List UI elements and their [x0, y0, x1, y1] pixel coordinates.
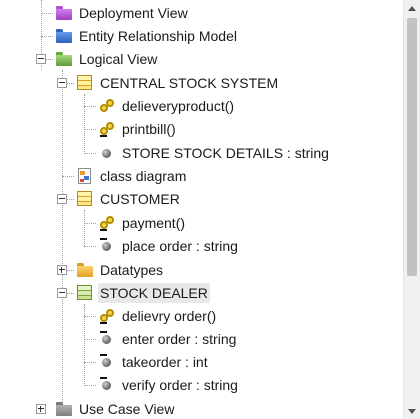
- tree-item-label: place order : string: [122, 238, 238, 254]
- tree-connector: [84, 210, 85, 246]
- collapse-toggle[interactable]: [57, 288, 67, 298]
- class-icon: [76, 191, 94, 207]
- tree-item-label: verify order : string: [122, 377, 238, 393]
- scroll-up-arrow-icon[interactable]: [404, 0, 420, 17]
- model-tree: Deployment View Entity Relationship Mode…: [0, 0, 400, 419]
- tree-connector: [84, 153, 96, 154]
- attribute-icon: [98, 377, 116, 393]
- tree-item-label: Use Case View: [79, 401, 175, 417]
- tree-item-attribute[interactable]: verify order : string: [98, 374, 240, 396]
- tree-connector: [62, 70, 63, 410]
- tree-item-label: Logical View: [79, 51, 158, 67]
- tree-item-label: Deployment View: [79, 5, 188, 21]
- tree-item-attribute[interactable]: takeorder : int: [98, 351, 210, 373]
- scrollbar-thumb[interactable]: [407, 18, 417, 276]
- tree-item-label: Datatypes: [100, 262, 164, 278]
- green-folder-icon: [55, 51, 73, 67]
- tree-item-method[interactable]: payment(): [98, 212, 187, 234]
- vertical-scrollbar[interactable]: [403, 0, 420, 419]
- collapse-toggle[interactable]: [57, 194, 67, 204]
- tree-item-method[interactable]: delieveryproduct(): [98, 95, 236, 117]
- tree-item-logical-view[interactable]: Logical View: [55, 48, 159, 70]
- purple-folder-icon: [55, 5, 73, 21]
- tree-item-method[interactable]: printbill(): [98, 118, 178, 140]
- attribute-icon: [98, 238, 116, 254]
- tree-item-central-stock-system[interactable]: CENTRAL STOCK SYSTEM: [76, 72, 280, 94]
- tree-connector: [84, 385, 96, 386]
- scroll-down-arrow-icon[interactable]: [404, 402, 420, 419]
- tree-connector: [84, 106, 96, 107]
- tree-connector: [84, 246, 96, 247]
- tree-item-attribute[interactable]: enter order : string: [98, 328, 238, 350]
- blue-folder-icon: [55, 28, 73, 44]
- class-icon: [76, 75, 94, 91]
- tree-item-label: delievry order(): [122, 308, 217, 324]
- tree-item-customer[interactable]: CUSTOMER: [76, 188, 182, 210]
- tree-connector: [84, 316, 96, 317]
- model-tree-panel: Deployment View Entity Relationship Mode…: [0, 0, 420, 419]
- tree-item-label: class diagram: [100, 168, 187, 184]
- collapse-toggle[interactable]: [57, 78, 67, 88]
- tree-item-attribute[interactable]: place order : string: [98, 235, 240, 257]
- tree-item-label: STOCK DEALER: [98, 283, 210, 303]
- tree-item-datatypes[interactable]: Datatypes: [76, 259, 165, 281]
- tree-item-deployment-view[interactable]: Deployment View: [55, 2, 190, 24]
- tree-item-label: CUSTOMER: [100, 191, 180, 207]
- method-icon: [98, 308, 116, 324]
- tree-item-label: printbill(): [122, 121, 176, 137]
- tree-item-stock-dealer[interactable]: STOCK DEALER: [76, 282, 210, 304]
- tree-item-method[interactable]: delievry order(): [98, 305, 218, 327]
- collapse-toggle[interactable]: [36, 54, 46, 64]
- attribute-icon: [98, 331, 116, 347]
- tree-item-label: enter order : string: [122, 331, 237, 347]
- tree-item-label: delieveryproduct(): [122, 98, 235, 114]
- tree-connector: [84, 223, 96, 224]
- gray-folder-icon: [55, 401, 73, 417]
- method-icon: [98, 215, 116, 231]
- method-icon: [98, 98, 116, 114]
- method-icon: [98, 121, 116, 137]
- tree-connector: [41, 36, 53, 37]
- tree-item-label: takeorder : int: [122, 354, 208, 370]
- yellow-folder-icon: [76, 262, 94, 278]
- tree-item-use-case-view[interactable]: Use Case View: [55, 398, 176, 419]
- tree-item-class-diagram[interactable]: class diagram: [76, 165, 188, 187]
- class-icon: [76, 285, 94, 301]
- tree-connector: [84, 339, 96, 340]
- expand-toggle[interactable]: [36, 404, 46, 414]
- class-diagram-icon: [76, 168, 94, 184]
- tree-item-attribute[interactable]: STORE STOCK DETAILS : string: [98, 142, 331, 164]
- tree-item-label: payment(): [122, 215, 186, 231]
- tree-connector: [84, 362, 96, 363]
- tree-connector: [41, 13, 53, 14]
- tree-item-label: CENTRAL STOCK SYSTEM: [100, 75, 279, 91]
- tree-item-label: STORE STOCK DETAILS : string: [122, 145, 329, 161]
- tree-item-entity-relationship-model[interactable]: Entity Relationship Model: [55, 25, 239, 47]
- tree-item-label: Entity Relationship Model: [79, 28, 237, 44]
- attribute-icon: [98, 354, 116, 370]
- tree-connector: [62, 176, 74, 177]
- tree-connector: [84, 94, 85, 154]
- tree-connector: [84, 129, 96, 130]
- expand-toggle[interactable]: [57, 265, 67, 275]
- attribute-icon: [98, 145, 116, 161]
